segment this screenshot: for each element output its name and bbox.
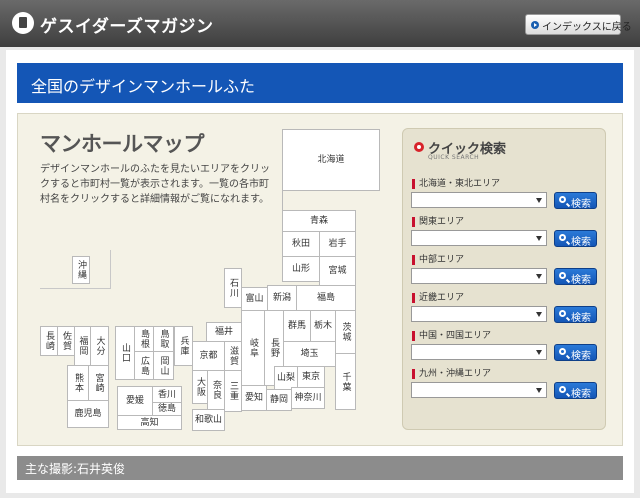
magnifier-icon bbox=[559, 234, 566, 241]
pref-ishikawa[interactable]: 石川 bbox=[224, 268, 242, 308]
pref-nara[interactable]: 奈良 bbox=[207, 370, 225, 410]
arrow-right-circle-icon bbox=[531, 21, 539, 29]
pref-hiroshima[interactable]: 広島 bbox=[134, 351, 154, 380]
back-to-index-label: インデックスに戻る bbox=[542, 22, 632, 33]
pref-osaka[interactable]: 大阪 bbox=[192, 370, 208, 404]
search-button-label: 検索 bbox=[571, 275, 591, 286]
pref-niigata[interactable]: 新潟 bbox=[267, 285, 297, 311]
pref-hyogo[interactable]: 兵庫 bbox=[174, 326, 193, 366]
area-select-chugoku-shikoku[interactable] bbox=[411, 344, 547, 360]
area-label-hokkaido-tohoku: 北海道・東北エリア bbox=[412, 179, 500, 189]
search-button-label: 検索 bbox=[571, 313, 591, 324]
area-select-kinki[interactable] bbox=[411, 306, 547, 322]
map-description: デザインマンホールのふたを見たいエリアをクリックすると市町村一覧が表示されます。… bbox=[40, 164, 270, 205]
magnifier-icon bbox=[559, 348, 566, 355]
pref-kagoshima[interactable]: 鹿児島 bbox=[67, 400, 109, 428]
pref-tottori[interactable]: 鳥取 bbox=[153, 326, 174, 352]
target-icon bbox=[414, 142, 424, 152]
pref-gunma[interactable]: 群馬 bbox=[283, 310, 311, 342]
magnifier-icon bbox=[559, 386, 566, 393]
pref-kanagawa[interactable]: 神奈川 bbox=[291, 387, 325, 409]
pref-shizuoka[interactable]: 静岡 bbox=[266, 389, 292, 411]
pref-iwate[interactable]: 岩手 bbox=[319, 231, 356, 257]
magnifier-icon bbox=[559, 196, 566, 203]
pref-fukushima[interactable]: 福島 bbox=[296, 285, 356, 311]
caret-down-icon bbox=[536, 236, 542, 241]
photo-credit: 主な撮影:石井英俊 bbox=[17, 456, 623, 480]
site-header: ゲスイダーズマガジン インデックスに戻る bbox=[0, 0, 640, 47]
search-button-chugoku-shikoku[interactable]: 検索 bbox=[554, 344, 597, 362]
caret-down-icon bbox=[536, 312, 542, 317]
area-label-chugoku-shikoku: 中国・四国エリア bbox=[412, 331, 491, 341]
area-label-kyushu-okinawa: 九州・沖縄エリア bbox=[412, 369, 491, 379]
magnifier-icon bbox=[559, 272, 566, 279]
pref-shimane[interactable]: 島根 bbox=[134, 326, 154, 352]
pref-okinawa[interactable]: 沖縄 bbox=[72, 256, 90, 284]
search-button-hokkaido-tohoku[interactable]: 検索 bbox=[554, 192, 597, 210]
pref-aomori[interactable]: 青森 bbox=[282, 210, 356, 232]
search-button-kanto[interactable]: 検索 bbox=[554, 230, 597, 248]
area-select-kyushu-okinawa[interactable] bbox=[411, 382, 547, 398]
area-label-kanto: 関東エリア bbox=[412, 217, 464, 227]
pref-okayama[interactable]: 岡山 bbox=[153, 351, 174, 380]
pref-wakayama[interactable]: 和歌山 bbox=[192, 409, 225, 431]
search-button-label: 検索 bbox=[571, 389, 591, 400]
hokkaido-tail bbox=[282, 190, 312, 212]
search-button-chubu[interactable]: 検索 bbox=[554, 268, 597, 286]
map-title: マンホールマップ bbox=[40, 132, 205, 156]
area-label-kinki: 近畿エリア bbox=[412, 293, 464, 303]
okinawa-divider bbox=[40, 288, 110, 289]
site-title[interactable]: ゲスイダーズマガジン bbox=[40, 12, 213, 37]
pref-ibaraki[interactable]: 茨城 bbox=[335, 310, 356, 354]
pref-kagawa[interactable]: 香川 bbox=[152, 386, 182, 403]
pref-shiga[interactable]: 滋賀 bbox=[224, 341, 242, 371]
caret-down-icon bbox=[536, 274, 542, 279]
search-button-label: 検索 bbox=[571, 237, 591, 248]
pref-saitama[interactable]: 埼玉 bbox=[283, 341, 336, 367]
pref-miyazaki[interactable]: 宮崎 bbox=[88, 365, 109, 401]
caret-down-icon bbox=[536, 350, 542, 355]
pref-kumamoto[interactable]: 熊本 bbox=[67, 365, 89, 401]
search-button-label: 検索 bbox=[571, 351, 591, 362]
pref-oita[interactable]: 大分 bbox=[90, 326, 109, 366]
back-to-index-button[interactable]: インデックスに戻る bbox=[525, 14, 632, 35]
area-select-kanto[interactable] bbox=[411, 230, 547, 246]
pref-fukuoka[interactable]: 福岡 bbox=[74, 326, 91, 366]
pref-aichi[interactable]: 愛知 bbox=[241, 385, 267, 411]
pref-ehime[interactable]: 愛媛 bbox=[117, 386, 153, 416]
pref-tokyo[interactable]: 東京 bbox=[297, 366, 325, 388]
book-icon bbox=[12, 12, 34, 34]
pref-mie[interactable]: 三重 bbox=[224, 370, 242, 412]
pref-yamagata[interactable]: 山形 bbox=[282, 256, 320, 282]
pref-yamaguchi[interactable]: 山口 bbox=[115, 326, 135, 380]
pref-kochi[interactable]: 高知 bbox=[117, 415, 182, 430]
okinawa-divider-vertical bbox=[110, 250, 111, 289]
area-select-chubu[interactable] bbox=[411, 268, 547, 284]
search-button-kyushu-okinawa[interactable]: 検索 bbox=[554, 382, 597, 400]
pref-akita[interactable]: 秋田 bbox=[282, 231, 320, 257]
pref-hokkaido[interactable]: 北海道 bbox=[282, 129, 380, 191]
pref-tokushima[interactable]: 徳島 bbox=[152, 402, 182, 416]
pref-toyama[interactable]: 富山 bbox=[241, 287, 268, 311]
pref-chiba[interactable]: 千葉 bbox=[335, 353, 356, 410]
pref-gifu[interactable]: 岐阜 bbox=[241, 310, 265, 386]
search-button-label: 検索 bbox=[571, 199, 591, 210]
pref-nagasaki[interactable]: 長崎 bbox=[40, 326, 58, 356]
pref-miyagi[interactable]: 宮城 bbox=[319, 256, 356, 286]
pref-saga[interactable]: 佐賀 bbox=[57, 326, 75, 356]
caret-down-icon bbox=[536, 198, 542, 203]
area-label-chubu: 中部エリア bbox=[412, 255, 464, 265]
quick-search-subtitle: QUICK SEARCH bbox=[428, 154, 480, 161]
magnifier-icon bbox=[559, 310, 566, 317]
search-button-kinki[interactable]: 検索 bbox=[554, 306, 597, 324]
caret-down-icon bbox=[536, 388, 542, 393]
pref-kyoto[interactable]: 京都 bbox=[192, 341, 225, 371]
page-title: 全国のデザインマンホールふた bbox=[17, 63, 623, 103]
area-select-hokkaido-tohoku[interactable] bbox=[411, 192, 547, 208]
pref-fukui[interactable]: 福井 bbox=[206, 322, 242, 342]
pref-tochigi[interactable]: 栃木 bbox=[310, 310, 336, 342]
